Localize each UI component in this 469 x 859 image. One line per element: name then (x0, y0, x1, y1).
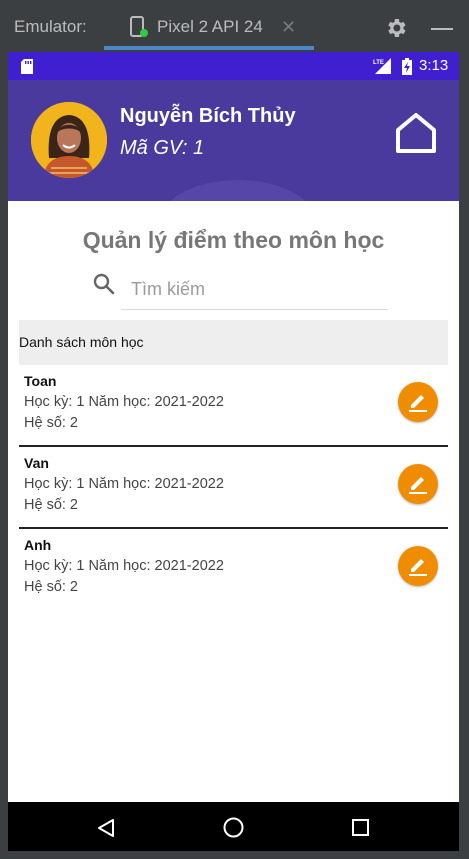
svg-text:LTE: LTE (373, 60, 384, 66)
subject-term: Học kỳ: 1 Năm học: 2021-2022 (24, 394, 224, 410)
subject-list-header: Danh sách môn học (19, 320, 448, 365)
edit-icon (409, 395, 427, 412)
teacher-name: Nguyễn Bích Thủy (120, 105, 296, 127)
status-time: 3:13 (419, 57, 449, 74)
home-circle-icon[interactable] (223, 817, 244, 838)
teacher-header: Nguyễn Bích Thủy Mã GV: 1 (8, 80, 459, 201)
lte-signal-icon: LTE (373, 58, 391, 74)
close-tab-icon[interactable]: ✕ (281, 17, 296, 38)
edit-button[interactable] (398, 464, 438, 504)
subject-name: Toan (24, 373, 57, 389)
edit-button[interactable] (398, 382, 438, 422)
teacher-id: Mã GV: 1 (120, 137, 205, 159)
page-title: Quản lý điểm theo môn học (82, 227, 385, 253)
edit-button[interactable] (398, 546, 438, 586)
active-tab-indicator (104, 46, 314, 50)
emulator-label: Emulator: (14, 17, 87, 36)
emulator-toolbar: Emulator: Pixel 2 API 24 ✕ (0, 0, 469, 52)
list-item[interactable]: Van Học kỳ: 1 Năm học: 2021-2022 Hệ số: … (19, 447, 448, 529)
search-icon (93, 273, 115, 295)
subject-coefficient: Hệ số: 2 (24, 497, 78, 513)
subject-term: Học kỳ: 1 Năm học: 2021-2022 (24, 558, 224, 574)
status-bar: LTE 3:13 (8, 52, 459, 80)
subject-term: Học kỳ: 1 Năm học: 2021-2022 (24, 476, 224, 492)
device-screen: LTE 3:13 Nguyễn Bích Thủy Mã GV: 1 Quản … (8, 52, 459, 851)
phone-icon (130, 16, 148, 37)
home-icon[interactable] (394, 112, 438, 154)
edit-icon (409, 477, 427, 494)
subject-coefficient: Hệ số: 2 (24, 579, 78, 595)
subject-name: Anh (24, 537, 52, 553)
avatar (31, 102, 107, 178)
subject-name: Van (24, 455, 49, 471)
device-tab-label: Pixel 2 API 24 (157, 17, 263, 36)
minimize-icon[interactable] (431, 28, 453, 30)
system-nav-bar (8, 802, 459, 851)
sd-card-icon (21, 59, 33, 74)
recent-apps-icon[interactable] (352, 819, 369, 836)
subject-coefficient: Hệ số: 2 (24, 415, 78, 431)
avatar-image (31, 102, 107, 178)
search-input[interactable] (121, 270, 388, 310)
edit-icon (409, 559, 427, 576)
list-item[interactable]: Toan Học kỳ: 1 Năm học: 2021-2022 Hệ số:… (19, 365, 448, 447)
battery-charging-icon (402, 58, 412, 75)
gear-icon[interactable] (384, 16, 408, 40)
list-item[interactable]: Anh Học kỳ: 1 Năm học: 2021-2022 Hệ số: … (19, 529, 448, 611)
back-icon[interactable] (97, 818, 115, 838)
header-decoration (158, 180, 318, 201)
subject-list-title: Danh sách môn học (19, 334, 144, 350)
